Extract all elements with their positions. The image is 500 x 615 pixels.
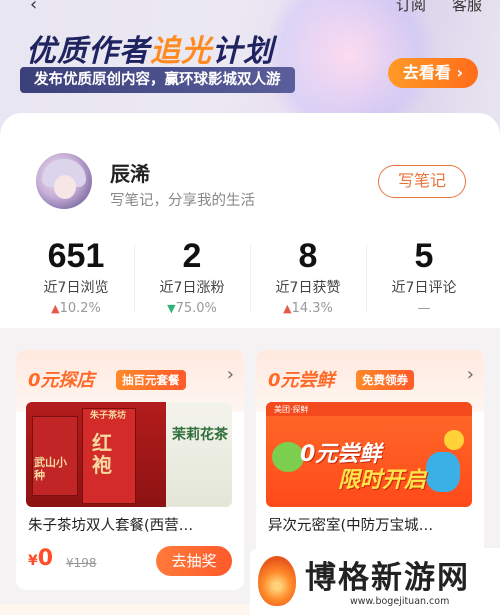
mascot-yellow <box>444 430 464 450</box>
next-section-edge <box>0 604 250 615</box>
go-see-button[interactable]: 去看看 › <box>388 58 478 88</box>
chevron-left-icon[interactable]: ‹ <box>30 0 37 15</box>
promo-title: 0元探店 <box>28 370 95 391</box>
stat-change-value: — <box>417 301 431 316</box>
draw-lottery-button[interactable]: 去抽奖 <box>156 546 232 576</box>
avatar-face <box>54 175 76 199</box>
triangle-up-icon: ▲ <box>283 302 292 315</box>
stat-change: ▲14.3% <box>250 301 366 316</box>
stat-change-value: 10.2% <box>59 301 101 316</box>
tea-label-c: 茉莉花茶 <box>172 427 228 443</box>
subscribe-link[interactable]: 订阅 <box>396 0 426 15</box>
stat-change: ▼75.0% <box>134 301 250 316</box>
promo-image-tea[interactable]: 武山小种 朱子茶坊 红袍 茉莉花茶 <box>26 402 232 507</box>
promo-image-escape-room[interactable]: 美团·探鲜 0元尝鲜 限时开启 <box>266 402 472 507</box>
watermark: 博格新游网 www.bogejituan.com <box>250 548 500 615</box>
stat-change: ▲10.2% <box>18 301 134 316</box>
stat-views[interactable]: 651 近7日浏览 ▲10.2% <box>18 235 134 321</box>
stat-value: 5 <box>414 237 434 275</box>
arrow-right-icon: › <box>456 63 464 82</box>
stat-label: 近7日获赞 <box>275 280 341 296</box>
watermark-title: 博格新游网 <box>305 560 470 596</box>
promo-card-explore[interactable]: 0元探店 抽百元套餐 › 武山小种 朱子茶坊 红袍 茉莉花茶 朱子茶坊双人套餐(… <box>16 350 244 590</box>
promo-item-name: 异次元密室(中防万宝城… <box>268 518 434 534</box>
chevron-right-icon[interactable]: › <box>227 364 234 385</box>
stat-value: 8 <box>298 237 318 275</box>
tea-label-b: 红袍 <box>92 431 112 477</box>
stat-likes[interactable]: 8 近7日获赞 ▲14.3% <box>250 235 366 321</box>
chevron-right-icon[interactable]: › <box>467 364 474 385</box>
stat-label: 近7日评论 <box>391 280 457 296</box>
stat-change-value: 75.0% <box>175 301 217 316</box>
promo-item-name: 朱子茶坊双人套餐(西营… <box>28 518 194 534</box>
price-value: 0 <box>37 546 54 571</box>
escape-header-text: 美团·探鲜 <box>274 405 309 414</box>
profile-card: 辰浠 写笔记，分享我的生活 写笔记 651 近7日浏览 ▲10.2% 2 近7日… <box>0 113 500 328</box>
top-links: 订阅 客服 <box>396 0 482 15</box>
stat-comments[interactable]: 5 近7日评论 — <box>366 235 482 321</box>
watermark-url: www.bogejituan.com <box>350 596 450 607</box>
original-price: ¥198 <box>66 556 97 570</box>
stat-followers[interactable]: 2 近7日涨粉 ▼75.0% <box>134 235 250 321</box>
triangle-down-icon: ▼ <box>167 302 176 315</box>
stat-label: 近7日浏览 <box>43 280 109 296</box>
banner-title-part2: 计划 <box>212 34 274 69</box>
tea-label-d: 朱子茶坊 <box>90 411 127 421</box>
stat-label: 近7日涨粉 <box>159 280 225 296</box>
stats-row: 651 近7日浏览 ▲10.2% 2 近7日涨粉 ▼75.0% 8 近7日获赞 … <box>18 235 482 321</box>
banner-title-highlight: 追光 <box>150 34 212 69</box>
stat-change-value: 14.3% <box>291 301 333 316</box>
username: 辰浠 <box>110 162 150 186</box>
promo-tag: 免费领券 <box>356 370 414 390</box>
stat-change: — <box>366 301 482 316</box>
price-symbol: ¥ <box>28 553 38 569</box>
tea-white-box <box>166 402 232 507</box>
promo-title: 0元尝鲜 <box>268 370 335 391</box>
write-note-button[interactable]: 写笔记 <box>378 165 466 198</box>
stat-value: 651 <box>47 237 105 275</box>
go-see-label: 去看看 <box>402 63 451 82</box>
stat-value: 2 <box>182 237 202 275</box>
flame-logo-icon <box>258 556 296 606</box>
promo-tag: 抽百元套餐 <box>116 370 186 390</box>
mascot-blue <box>426 452 460 492</box>
banner-subtitle: 发布优质原创内容，赢环球影城双人游 <box>20 67 295 93</box>
tea-label-a: 武山小种 <box>34 456 67 482</box>
escape-headline-2: 限时开启 <box>338 468 427 493</box>
triangle-up-icon: ▲ <box>51 302 60 315</box>
banner-title: 优质作者追光计划 <box>26 26 274 70</box>
avatar[interactable] <box>36 153 92 209</box>
user-bio: 写笔记，分享我的生活 <box>110 193 255 209</box>
banner-title-part1: 优质作者 <box>26 34 150 69</box>
promo-price: ¥0 <box>28 546 53 571</box>
customer-service-link[interactable]: 客服 <box>452 0 482 15</box>
